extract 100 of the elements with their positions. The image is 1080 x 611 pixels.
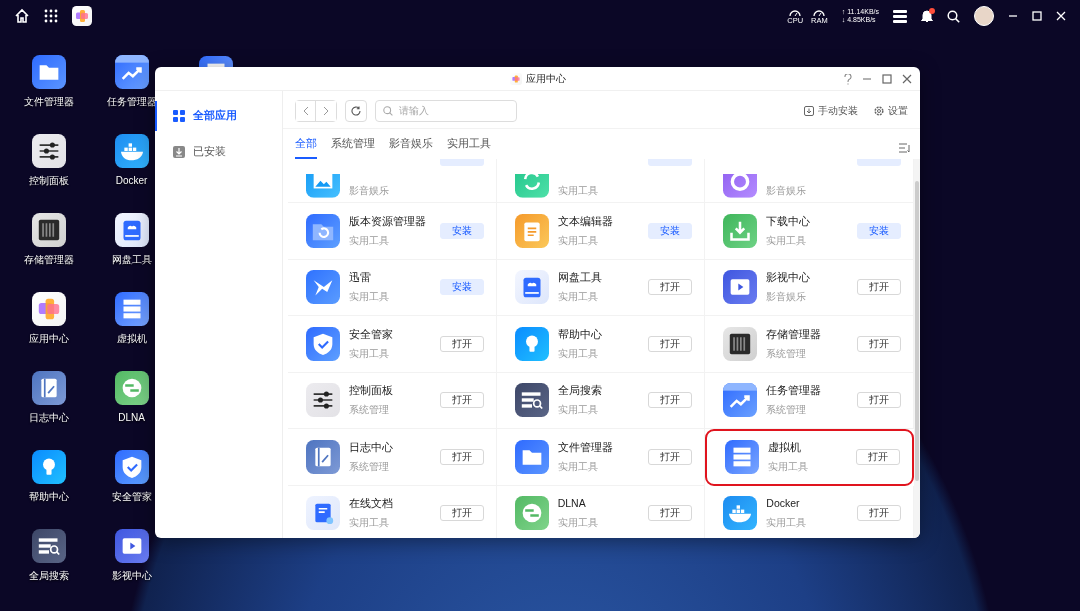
open-button[interactable]: 打开 (857, 335, 901, 352)
desktop-icon-label[interactable]: 帮助中心 (28, 489, 69, 504)
app-name: 虚拟机 (768, 440, 803, 456)
desktop-icon-label[interactable]: Docker (115, 173, 148, 188)
settings-icon (874, 105, 884, 116)
app-card[interactable]: 任务管理器 系统管理 打开 (705, 372, 914, 429)
clipboard-icon (514, 213, 549, 248)
search-icon[interactable] (947, 9, 960, 23)
help-icon[interactable] (844, 73, 852, 85)
scrollbar[interactable] (914, 159, 920, 538)
gauge-icon (788, 7, 803, 18)
app-card[interactable]: 版本资源管理器 实用工具 安装 (288, 203, 497, 260)
app-card[interactable]: 虚拟机 实用工具 打开 (705, 429, 914, 486)
app-card[interactable]: 安全管家 实用工具 打开 (288, 316, 497, 373)
install-button[interactable]: 手动安装 (804, 103, 858, 118)
settings-button[interactable]: 设置 (874, 103, 908, 118)
app-card[interactable]: 帮助中心 实用工具 打开 (496, 316, 706, 373)
app-card[interactable]: 控制面板 系统管理 打开 (288, 372, 497, 429)
folder-icon (514, 439, 549, 474)
open-button[interactable]: 打开 (857, 392, 901, 409)
server-icon[interactable] (114, 292, 149, 326)
list-search-icon (514, 383, 549, 418)
app-category: 实用工具 (557, 516, 599, 531)
open-button[interactable]: 打开 (857, 279, 901, 296)
notebook-icon[interactable] (31, 371, 66, 405)
desktop-icon-label[interactable]: 日志中心 (28, 410, 69, 425)
install-button[interactable]: 安装 (857, 222, 901, 239)
cloud-drive-icon[interactable] (114, 213, 149, 247)
squares-icon[interactable] (72, 6, 92, 26)
app-category: 实用工具 (557, 290, 599, 305)
app-name: 下载中心 (766, 213, 812, 229)
app-category: 实用工具 (349, 233, 390, 248)
open-button[interactable]: 打开 (439, 335, 484, 352)
sliders-icon[interactable] (31, 134, 66, 168)
sidebar-item[interactable]: 已安装 (155, 136, 282, 167)
open-button[interactable]: 打开 (857, 505, 901, 522)
open-button[interactable]: 打开 (648, 335, 693, 352)
app-card[interactable]: 文件管理器 实用工具 打开 (496, 429, 706, 486)
open-button[interactable]: 打开 (856, 449, 900, 466)
app-category: 实用工具 (349, 516, 390, 531)
desktop-icon-label[interactable]: 网盘工具 (111, 252, 152, 267)
home-icon[interactable] (14, 8, 30, 24)
app-category: 系统管理 (766, 346, 808, 361)
app-card[interactable]: Docker 实用工具 打开 (705, 485, 914, 538)
open-button[interactable]: 打开 (439, 505, 484, 522)
squares-icon[interactable] (31, 292, 66, 326)
bell-icon[interactable] (921, 9, 933, 23)
refresh-button[interactable] (345, 99, 367, 122)
install-button[interactable]: 安装 (439, 222, 484, 239)
desktop-icon-label[interactable]: 安全管家 (111, 489, 152, 504)
install-button[interactable]: 安装 (648, 222, 693, 239)
sidebar-item[interactable]: 全部应用 (155, 101, 282, 131)
open-button[interactable]: 打开 (439, 448, 484, 465)
whale-icon (723, 496, 758, 531)
app-card[interactable]: 存储管理器 系统管理 打开 (705, 316, 914, 373)
app-card[interactable]: 文本编辑器 实用工具 安装 (496, 203, 706, 260)
app-card[interactable]: 在线文档 实用工具 打开 (288, 485, 497, 538)
refresh-icon (351, 105, 361, 116)
open-button[interactable]: 打开 (439, 392, 484, 409)
server-icon (725, 440, 760, 475)
desktop-icon-label[interactable]: DLNA (118, 410, 145, 425)
desktop-icon-label[interactable]: 存储管理器 (23, 252, 74, 267)
install-button[interactable]: 安装 (439, 279, 484, 296)
folder-restore-icon (306, 213, 340, 248)
desktop-icon-label[interactable]: 文件管理器 (23, 94, 74, 109)
bulb-icon (514, 326, 549, 361)
bulb-icon[interactable] (31, 450, 66, 484)
app-card[interactable]: DLNA 实用工具 打开 (496, 485, 706, 538)
app-name: DLNA (557, 496, 587, 512)
category-tab[interactable]: 实用工具 (447, 136, 491, 159)
category-tab[interactable]: 全部 (295, 136, 317, 159)
desktop-icon-label[interactable]: 应用中心 (28, 331, 69, 346)
drive-bay-icon[interactable] (31, 213, 66, 247)
app-card[interactable]: 影视中心 影音娱乐 打开 (705, 259, 914, 316)
open-button[interactable]: 打开 (648, 392, 693, 409)
whale-icon[interactable] (114, 134, 149, 168)
app-card[interactable]: 下载中心 实用工具 安装 (705, 203, 914, 260)
desktop-icon-label[interactable]: 影视中心 (111, 568, 152, 583)
folder-icon[interactable] (31, 55, 66, 89)
open-button[interactable]: 打开 (648, 448, 693, 465)
open-button[interactable]: 打开 (648, 505, 693, 522)
category-tab[interactable]: 影音娱乐 (389, 136, 433, 159)
desktop-icon-label[interactable]: 任务管理器 (106, 94, 157, 109)
app-card[interactable]: 全局搜索 实用工具 打开 (496, 372, 706, 429)
desktop-icon-label[interactable]: 虚拟机 (116, 331, 147, 346)
open-button[interactable]: 打开 (648, 279, 693, 296)
shield-icon[interactable] (114, 450, 149, 484)
app-grid-icon[interactable] (44, 9, 58, 23)
desktop-icon-label[interactable]: 控制面板 (28, 173, 69, 188)
desktop-icon-label[interactable]: 全局搜索 (28, 568, 69, 583)
category-tab[interactable]: 系统管理 (331, 136, 375, 159)
app-card[interactable]: 网盘工具 实用工具 打开 (496, 259, 706, 316)
video-icon[interactable] (114, 529, 149, 563)
list-search-icon[interactable] (31, 529, 66, 563)
chart-icon[interactable] (114, 55, 149, 89)
app-name: 日志中心 (349, 439, 394, 455)
app-card[interactable]: 迅雷 实用工具 安装 (288, 259, 497, 316)
server-status-icon[interactable] (893, 9, 907, 23)
app-card[interactable]: 日志中心 系统管理 打开 (288, 429, 497, 486)
search-field[interactable]: 请输入 (375, 99, 517, 122)
